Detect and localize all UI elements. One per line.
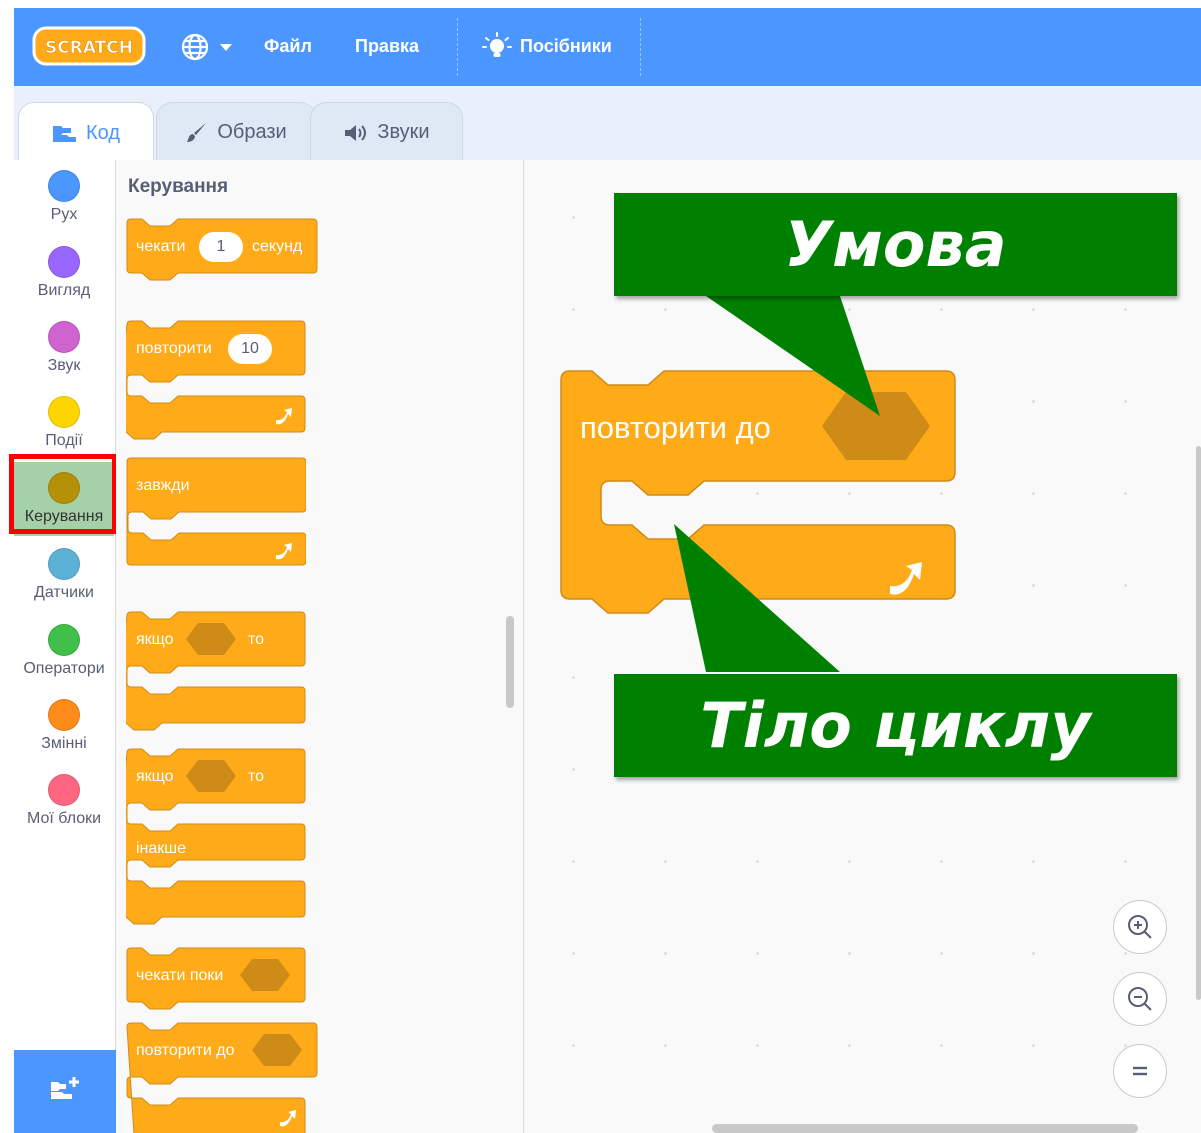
palette-section-title: Керування — [128, 176, 229, 197]
category-my-blocks-dot — [48, 774, 80, 806]
selected-category-highlight — [9, 454, 117, 534]
block-wait-until-label: чекати поки — [136, 967, 224, 984]
block-then-label: то — [248, 768, 265, 785]
category-sensing-dot — [48, 548, 80, 580]
menu-divider — [640, 18, 641, 76]
workspace-vertical-scrollbar[interactable] — [1196, 446, 1201, 1000]
block-if-label: якщо — [136, 768, 174, 785]
block-then-label: то — [248, 631, 265, 648]
block-forever[interactable]: завжди — [126, 457, 306, 577]
code-workspace[interactable]: повторити до Умова Тіло циклу — [524, 160, 1201, 1133]
zoom-in-button[interactable] — [1113, 900, 1167, 954]
editor-tabs: Код Образи Звуки — [14, 86, 1201, 164]
tab-code-label: Код — [85, 122, 120, 144]
workspace-horizontal-scrollbar[interactable] — [712, 1124, 1138, 1133]
palette-scrollbar[interactable] — [506, 616, 514, 708]
block-repeat-until-label: повторити до — [136, 1042, 235, 1059]
category-operators[interactable]: Оператори — [14, 614, 114, 688]
tab-code[interactable]: Код — [18, 102, 154, 164]
category-looks[interactable]: Вигляд — [14, 236, 114, 310]
scratch-logo[interactable]: SCRATCH — [32, 26, 146, 66]
block-wait-until[interactable]: чекати поки — [126, 947, 306, 1011]
category-looks-dot — [48, 246, 80, 278]
callout-condition: Умова — [614, 193, 1177, 296]
zoom-in-icon — [1128, 915, 1152, 939]
block-if-label: якщо — [136, 631, 174, 648]
menu-divider — [457, 18, 458, 76]
zoom-out-icon — [1128, 987, 1152, 1011]
category-motion[interactable]: Рух — [14, 160, 114, 234]
category-label: Мої блоки — [26, 810, 102, 827]
category-label: Події — [45, 432, 83, 449]
block-if-else[interactable]: якщо то інакше — [126, 748, 306, 930]
category-menu: Рух Вигляд Звук Події Керування Датчики … — [14, 160, 116, 1133]
category-sound-dot — [48, 321, 80, 353]
block-wait-label: чекати — [136, 238, 186, 255]
block-repeat[interactable]: повторити 10 — [126, 320, 306, 446]
speaker-icon — [345, 124, 367, 141]
category-label: Датчики — [34, 584, 94, 601]
tab-costumes[interactable]: Образи — [156, 102, 316, 162]
block-palette: Керування чекати 1 секунд повторити 10 з… — [116, 160, 524, 1133]
category-sound[interactable]: Звук — [14, 311, 114, 385]
tab-costumes-label: Образи — [217, 121, 287, 143]
category-label: Звук — [47, 357, 81, 374]
category-label: Вигляд — [37, 282, 91, 299]
code-blocks-icon — [52, 125, 76, 142]
category-label: Змінні — [41, 735, 87, 752]
zoom-reset-button[interactable] — [1113, 1044, 1167, 1098]
menu-bar: SCRATCH Файл Правка Посібники — [14, 8, 1201, 86]
lightbulb-icon[interactable] — [482, 32, 512, 62]
category-label: Оператори — [23, 660, 105, 677]
block-repeat-input[interactable]: 10 — [228, 334, 272, 364]
zoom-reset-icon — [1133, 1066, 1147, 1076]
tab-sounds-label: Звуки — [377, 121, 430, 143]
tab-sounds[interactable]: Звуки — [310, 102, 463, 162]
block-repeat-until[interactable]: повторити до — [126, 1022, 318, 1133]
menu-file[interactable]: Файл — [264, 36, 312, 57]
block-wait-input[interactable]: 1 — [199, 232, 243, 262]
block-else-label: інакше — [136, 840, 187, 857]
category-operators-dot — [48, 624, 80, 656]
svg-text:SCRATCH: SCRATCH — [45, 38, 133, 58]
category-my-blocks[interactable]: Мої блоки — [14, 764, 114, 838]
menu-edit[interactable]: Правка — [355, 36, 419, 57]
language-chevron-down-icon[interactable] — [220, 44, 232, 51]
block-forever-label: завжди — [136, 477, 190, 494]
block-wait-unit: секунд — [252, 238, 303, 255]
menu-tutorials[interactable]: Посібники — [520, 36, 612, 57]
block-wait-seconds[interactable]: чекати 1 секунд — [126, 218, 318, 288]
paintbrush-icon — [187, 122, 207, 142]
category-label: Рух — [50, 206, 78, 223]
category-motion-dot — [48, 170, 80, 202]
category-sensing[interactable]: Датчики — [14, 538, 114, 612]
callout-pointers — [674, 296, 880, 672]
language-globe-icon[interactable] — [180, 32, 210, 62]
callout-loop-body: Тіло циклу — [614, 674, 1177, 777]
category-events[interactable]: Події — [14, 386, 114, 460]
add-extension-button[interactable] — [14, 1050, 116, 1133]
category-events-dot — [48, 396, 80, 428]
block-if-then[interactable]: якщо то — [126, 611, 306, 731]
add-extension-icon — [51, 1077, 79, 1099]
category-variables[interactable]: Змінні — [14, 689, 114, 763]
block-repeat-label: повторити — [136, 340, 212, 357]
category-variables-dot — [48, 699, 80, 731]
zoom-out-button[interactable] — [1113, 972, 1167, 1026]
